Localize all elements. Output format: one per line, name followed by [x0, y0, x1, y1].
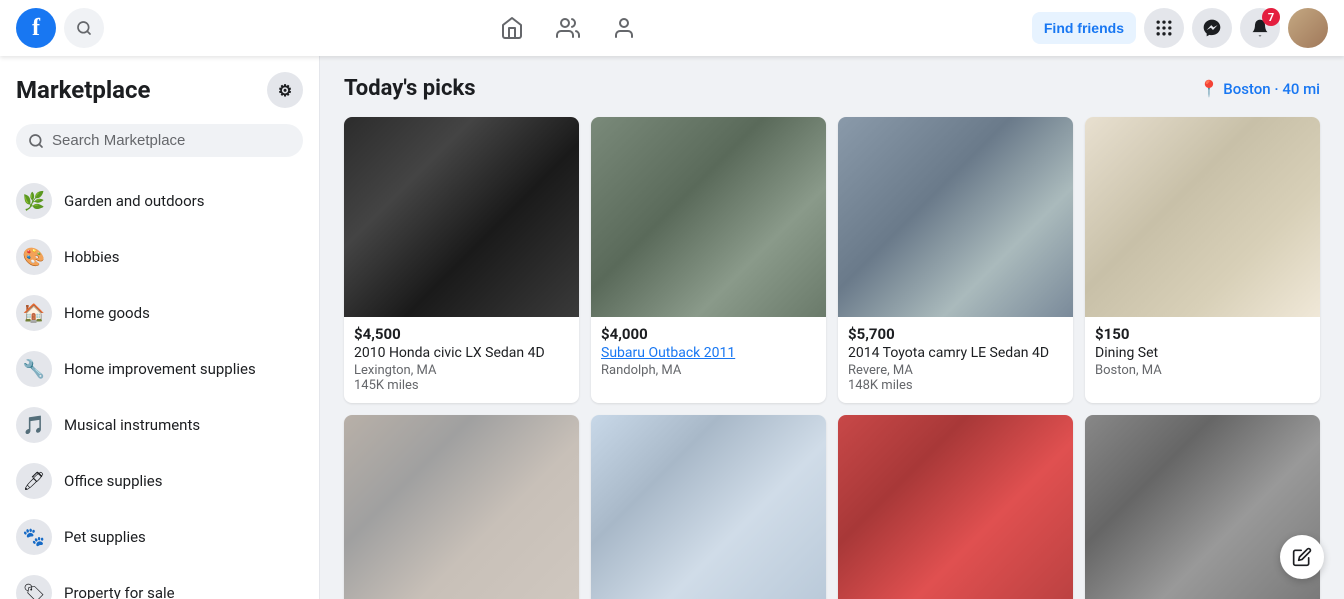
product-miles-p3: 148K miles	[848, 378, 1063, 393]
product-location-p3: Revere, MA	[848, 363, 1063, 378]
settings-icon-button[interactable]: ⚙	[267, 72, 303, 108]
home-goods-icon: 🏠	[16, 295, 52, 331]
global-search-button[interactable]	[64, 8, 104, 48]
top-navigation: f Find friends 7	[0, 0, 1344, 56]
messenger-button[interactable]	[1192, 8, 1232, 48]
section-title: Today's picks	[344, 76, 476, 101]
product-card-p4[interactable]: $150 Dining Set Boston, MA	[1085, 117, 1320, 403]
home-improvement-icon: 🔧	[16, 351, 52, 387]
product-price-p1: $4,500	[354, 325, 569, 343]
office-label: Office supplies	[64, 472, 163, 490]
notifications-button[interactable]: 7	[1240, 8, 1280, 48]
product-card-p1[interactable]: $4,500 2010 Honda civic LX Sedan 4D Lexi…	[344, 117, 579, 403]
section-header: Today's picks 📍 Boston · 40 mi	[344, 76, 1320, 101]
product-image-p6	[591, 415, 826, 599]
product-title-p1: 2010 Honda civic LX Sedan 4D	[354, 345, 569, 361]
gear-icon: ⚙	[278, 81, 292, 100]
sidebar-item-hobbies[interactable]: 🎨 Hobbies	[8, 229, 311, 285]
product-price-p3: $5,700	[848, 325, 1063, 343]
garden-label: Garden and outdoors	[64, 192, 205, 210]
product-info-p3: $5,700 2014 Toyota camry LE Sedan 4D Rev…	[838, 317, 1073, 403]
sidebar-item-home-improvement[interactable]: 🔧 Home improvement supplies	[8, 341, 311, 397]
pet-label: Pet supplies	[64, 528, 146, 546]
product-info-p4: $150 Dining Set Boston, MA	[1085, 317, 1320, 388]
home-improvement-label: Home improvement supplies	[64, 360, 256, 378]
musical-label: Musical instruments	[64, 416, 200, 434]
sidebar-header: Marketplace ⚙	[8, 72, 311, 116]
product-card-p6[interactable]	[591, 415, 826, 599]
hobbies-icon: 🎨	[16, 239, 52, 275]
pet-icon: 🐾	[16, 519, 52, 555]
user-avatar[interactable]	[1288, 8, 1328, 48]
search-icon	[28, 133, 44, 149]
product-location-p4: Boston, MA	[1095, 363, 1310, 378]
product-price-p2: $4,000	[601, 325, 816, 343]
edit-overlay-button[interactable]	[1280, 535, 1324, 579]
location-pin-icon: 📍	[1199, 79, 1219, 98]
facebook-logo[interactable]: f	[16, 8, 56, 48]
musical-icon: 🎵	[16, 407, 52, 443]
product-title-p2: Subaru Outback 2011	[601, 345, 816, 361]
marketplace-title: Marketplace	[16, 76, 150, 104]
find-friends-button[interactable]: Find friends	[1032, 12, 1136, 44]
product-card-p5[interactable]	[344, 415, 579, 599]
sidebar-item-property[interactable]: 🏷 Property for sale	[8, 565, 311, 599]
search-marketplace-box[interactable]	[16, 124, 303, 157]
sidebar-item-musical[interactable]: 🎵 Musical instruments	[8, 397, 311, 453]
product-card-p7[interactable]	[838, 415, 1073, 599]
location-tag[interactable]: 📍 Boston · 40 mi	[1199, 79, 1320, 98]
product-card-p2[interactable]: $4,000 Subaru Outback 2011 Randolph, MA	[591, 117, 826, 403]
product-title-p4: Dining Set	[1095, 345, 1310, 361]
product-image-p3	[838, 117, 1073, 317]
sidebar-item-garden[interactable]: 🌿 Garden and outdoors	[8, 173, 311, 229]
product-info-p1: $4,500 2010 Honda civic LX Sedan 4D Lexi…	[344, 317, 579, 403]
home-nav-button[interactable]	[488, 4, 536, 52]
sidebar-item-office[interactable]: 🖊 Office supplies	[8, 453, 311, 509]
product-image-p4	[1085, 117, 1320, 317]
home-goods-label: Home goods	[64, 304, 150, 322]
product-card-p3[interactable]: $5,700 2014 Toyota camry LE Sedan 4D Rev…	[838, 117, 1073, 403]
fb-logo-letter: f	[32, 16, 40, 40]
product-title-p3: 2014 Toyota camry LE Sedan 4D	[848, 345, 1063, 361]
location-text: Boston · 40 mi	[1223, 80, 1320, 98]
sidebar-navigation: 🌿 Garden and outdoors 🎨 Hobbies 🏠 Home g…	[8, 173, 311, 599]
product-image-p1	[344, 117, 579, 317]
page-layout: Marketplace ⚙ 🌿 Garden and outdoors 🎨 Ho…	[0, 56, 1344, 599]
product-image-p5	[344, 415, 579, 599]
product-grid: $4,500 2010 Honda civic LX Sedan 4D Lexi…	[344, 117, 1320, 599]
friends-nav-button[interactable]	[544, 4, 592, 52]
notification-badge: 7	[1262, 8, 1280, 26]
hobbies-label: Hobbies	[64, 248, 119, 266]
product-miles-p1: 145K miles	[354, 378, 569, 393]
product-image-p2	[591, 117, 826, 317]
product-location-p2: Randolph, MA	[601, 363, 816, 378]
product-image-p7	[838, 415, 1073, 599]
sidebar-item-pet[interactable]: 🐾 Pet supplies	[8, 509, 311, 565]
sidebar: Marketplace ⚙ 🌿 Garden and outdoors 🎨 Ho…	[0, 56, 320, 599]
topnav-center-icons	[104, 4, 1032, 52]
product-info-p2: $4,000 Subaru Outback 2011 Randolph, MA	[591, 317, 826, 388]
topnav-left: f	[16, 8, 104, 48]
main-content: Today's picks 📍 Boston · 40 mi $4,500 20…	[320, 56, 1344, 599]
search-marketplace-input[interactable]	[52, 132, 291, 149]
apps-menu-button[interactable]	[1144, 8, 1184, 48]
property-label: Property for sale	[64, 584, 175, 599]
property-icon: 🏷	[16, 575, 52, 599]
sidebar-item-home-goods[interactable]: 🏠 Home goods	[8, 285, 311, 341]
garden-icon: 🌿	[16, 183, 52, 219]
product-price-p4: $150	[1095, 325, 1310, 343]
office-icon: 🖊	[16, 463, 52, 499]
product-location-p1: Lexington, MA	[354, 363, 569, 378]
profile-nav-button[interactable]	[600, 4, 648, 52]
topnav-right-actions: Find friends 7	[1032, 8, 1328, 48]
